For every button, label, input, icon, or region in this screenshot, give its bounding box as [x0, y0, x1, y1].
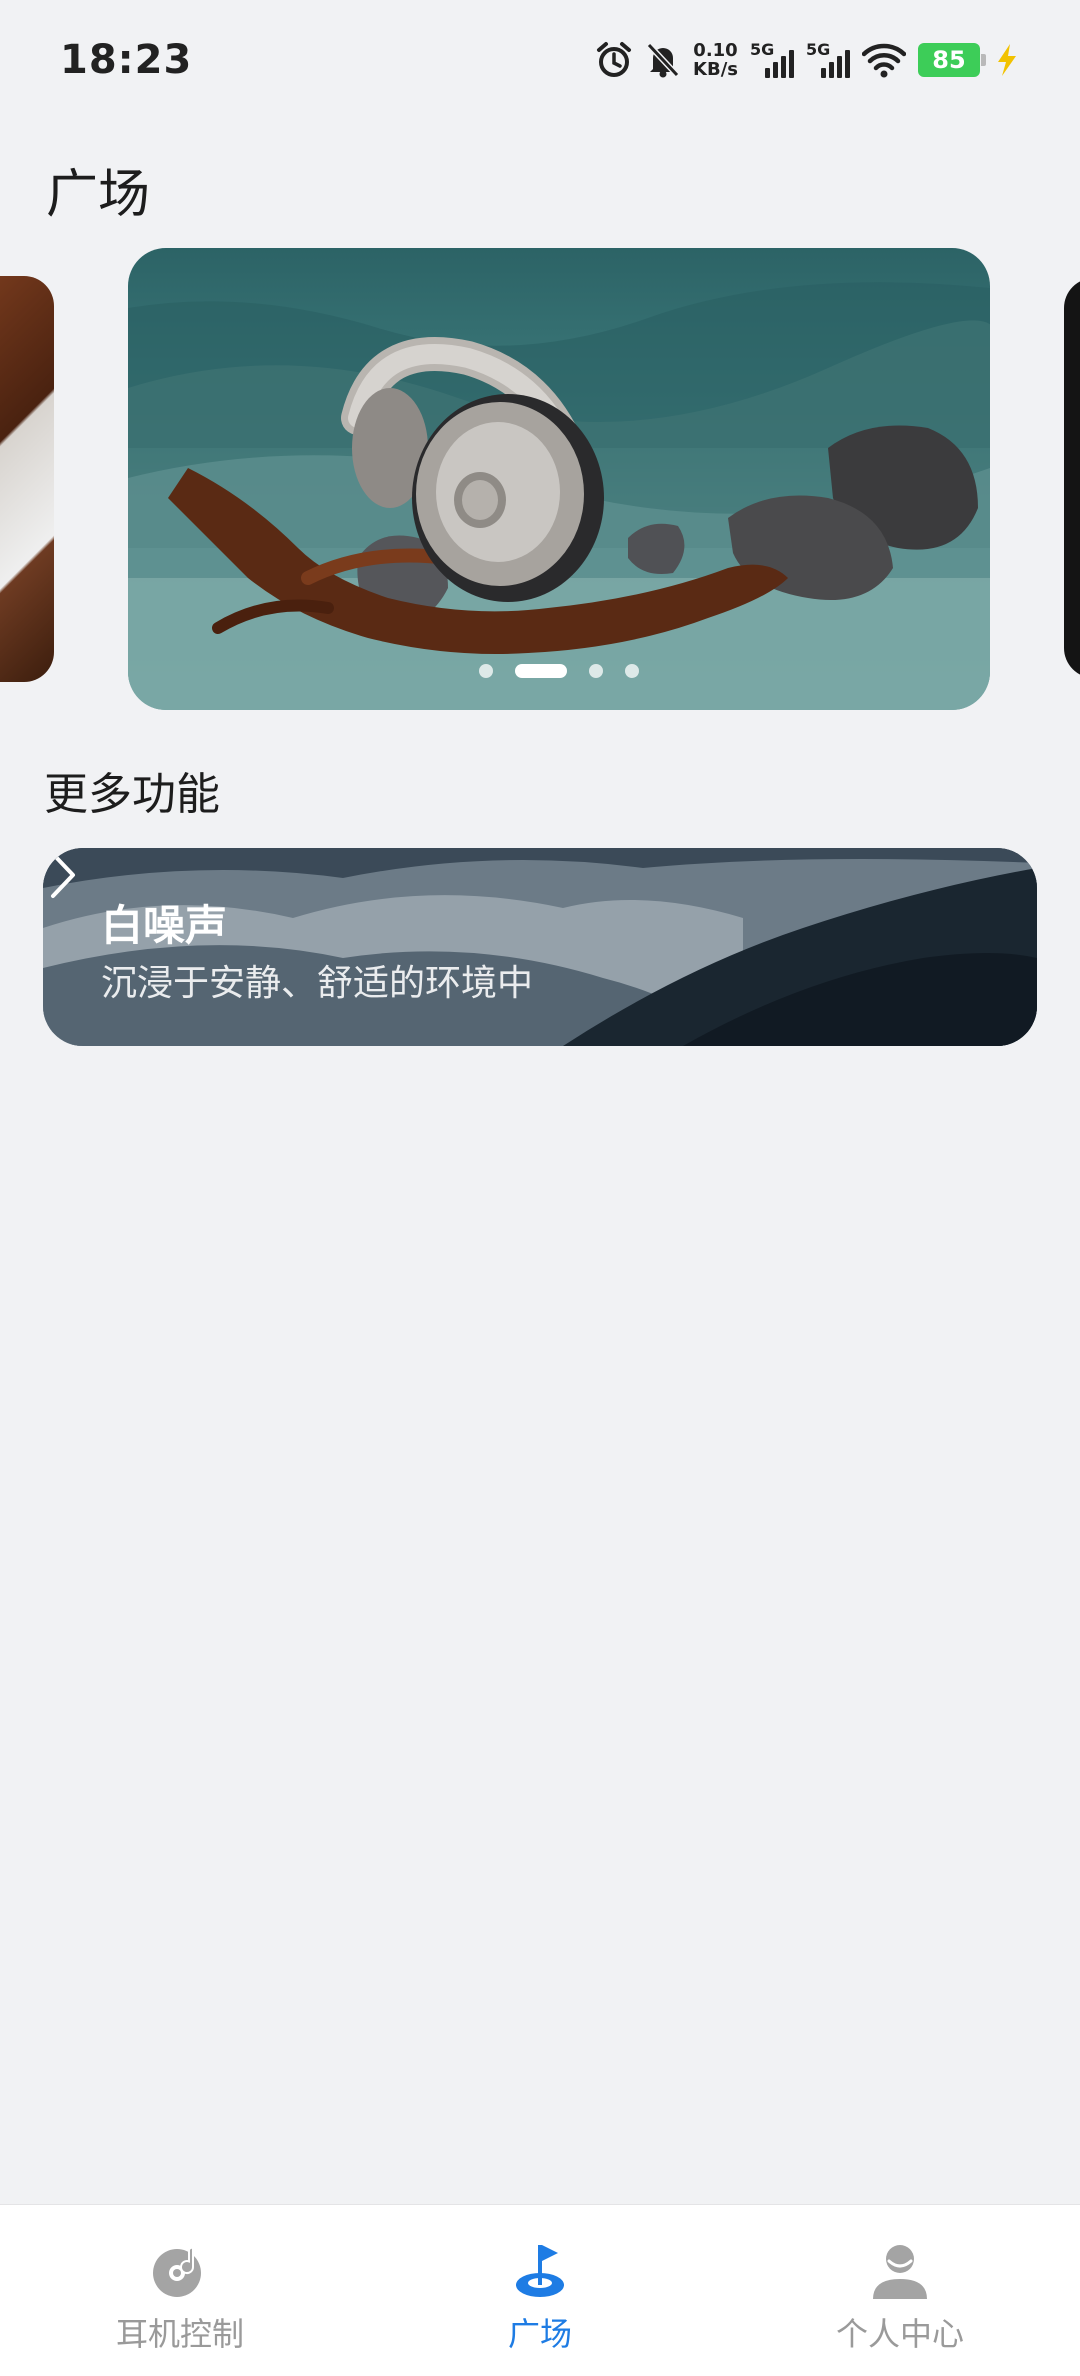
white-noise-card[interactable]: 白噪声 沉浸于安静、舒适的环境中 [43, 848, 1037, 1046]
signal-icon: 5G [750, 40, 794, 80]
profile-icon [873, 2245, 927, 2299]
status-time: 18:23 [60, 37, 193, 83]
network-speed: 0.10 KB/s [693, 41, 738, 79]
signal-icon: 5G [806, 40, 850, 80]
pager-dot [589, 664, 603, 678]
chevron-right-icon [51, 852, 75, 898]
section-title: 更多功能 [44, 769, 220, 820]
wifi-icon [862, 43, 906, 78]
pager-dot [625, 664, 639, 678]
pager-dot-active [515, 664, 567, 678]
net-speed-unit: KB/s [693, 59, 738, 80]
carousel-next-card[interactable] [1064, 278, 1080, 678]
nav-label-plaza: 广场 [507, 2315, 572, 2353]
plaza-flag-icon [516, 2245, 564, 2297]
banner-carousel[interactable] [0, 248, 1080, 710]
screen: 18:23 0.10 KB/s 5G 5G 85 广场 更多功能 白噪声 沉浸于… [0, 0, 1080, 2376]
feature-subtitle: 沉浸于安静、舒适的环境中 [101, 963, 534, 1004]
nav-label-profile: 个人中心 [835, 2315, 964, 2353]
page-title: 广场 [46, 165, 151, 225]
pager-dot [479, 664, 493, 678]
nav-item-profile[interactable]: 个人中心 [720, 2205, 1080, 2376]
status-bar: 18:23 0.10 KB/s 5G 5G 85 [0, 0, 1080, 120]
carousel-prev-card[interactable] [0, 276, 54, 682]
charging-icon [998, 44, 1016, 76]
nav-item-plaza[interactable]: 广场 [360, 2205, 720, 2376]
carousel-active-card[interactable] [128, 248, 990, 710]
bottom-navigation: 耳机控制 广场 个人中心 [0, 2204, 1080, 2376]
headphone-banner-image [128, 282, 990, 710]
alarm-icon [597, 42, 632, 77]
nav-item-earphone-control[interactable]: 耳机控制 [0, 2205, 360, 2376]
battery-icon: 85 [918, 43, 986, 77]
status-icons: 0.10 KB/s 5G 5G 85 [595, 40, 1022, 80]
nav-label-earphone-control: 耳机控制 [115, 2315, 244, 2353]
feature-title: 白噪声 [101, 901, 228, 950]
battery-level: 85 [932, 46, 966, 74]
net-speed-value: 0.10 [693, 40, 738, 61]
mute-bell-icon [646, 42, 680, 78]
carousel-pager [128, 664, 990, 678]
earphone-control-icon [153, 2245, 201, 2297]
